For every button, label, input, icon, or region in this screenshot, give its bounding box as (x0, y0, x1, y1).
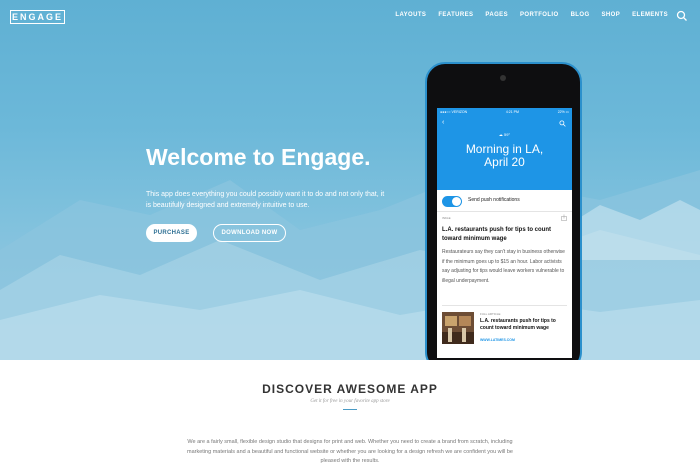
battery-label: 22% ▭ (557, 110, 569, 114)
section-body: We are a fairly small, flexible design s… (187, 439, 513, 464)
search-icon[interactable] (559, 120, 566, 127)
news-title[interactable]: L.A. restaurants push for tips to count … (442, 226, 562, 244)
status-bar: ●●●○○ VERIZON 4:21 PM 22% ▭ (440, 110, 569, 117)
hero-headline: Welcome to Engage. (146, 144, 371, 170)
app-header: ●●●○○ VERIZON 4:21 PM 22% ▭ ‹ ☁ 59° Morn… (437, 108, 572, 190)
phone-mockup: ●●●○○ VERIZON 4:21 PM 22% ▭ ‹ ☁ 59° Morn… (425, 62, 582, 360)
share-icon[interactable] (561, 214, 567, 221)
phone-screen: ●●●○○ VERIZON 4:21 PM 22% ▭ ‹ ☁ 59° Morn… (437, 108, 572, 358)
divider (442, 305, 567, 306)
nav-link-blog[interactable]: BLOG (571, 12, 590, 18)
purchase-button[interactable]: PURCHASE (146, 224, 197, 242)
nav-link-layouts[interactable]: LAYOUTS (395, 12, 426, 18)
section-subtitle: Get it for free in your favorite app sto… (310, 399, 390, 404)
push-notification-row: Send push notifications (437, 190, 572, 212)
logo[interactable]: ENGAGE (10, 10, 65, 24)
search-icon[interactable] (676, 10, 688, 22)
nav-link-features[interactable]: FEATURES (438, 12, 473, 18)
time-label: 4:21 PM (505, 110, 519, 114)
download-now-button[interactable]: DOWNLOAD NOW (213, 224, 286, 242)
weather-label: ☁ 59° (498, 132, 511, 137)
nav-link-pages[interactable]: PAGES (485, 12, 508, 18)
nav-link-portfolio[interactable]: PORTFOLIO (520, 12, 559, 18)
push-toggle[interactable] (442, 196, 462, 207)
mini-source: FULL ARTICLE (480, 312, 501, 316)
article-thumbnail[interactable] (442, 312, 474, 344)
nav-links: LAYOUTS FEATURES PAGES PORTFOLIO BLOG SH… (395, 12, 668, 18)
mountain-background (0, 170, 700, 360)
nav-link-shop[interactable]: SHOP (602, 12, 621, 18)
news-body: Restaurateurs say they can't stay in bus… (442, 249, 565, 284)
mini-link[interactable]: WWW.LATIMES.COM (480, 338, 515, 342)
section-title: DISCOVER AWESOME APP (262, 382, 438, 396)
toggle-knob (452, 197, 461, 206)
hero-section: ENGAGE LAYOUTS FEATURES PAGES PORTFOLIO … (0, 0, 700, 360)
mini-title[interactable]: L.A. restaurants push for tips to count … (480, 318, 568, 332)
carrier-label: ●●●○○ VERIZON (440, 110, 468, 114)
phone-camera (500, 75, 506, 81)
greeting: Morning in LA, April 20 (437, 143, 572, 169)
back-arrow-icon[interactable]: ‹ (442, 119, 444, 126)
section-divider (343, 409, 357, 410)
discover-section: DISCOVER AWESOME APP Get it for free in … (0, 360, 700, 470)
push-label: Send push notifications (468, 197, 520, 203)
news-source: INKLE (442, 216, 451, 220)
hero-subtext: This app does everything you could possi… (146, 191, 385, 209)
greeting-line-2: April 20 (484, 155, 525, 169)
navbar: ENGAGE LAYOUTS FEATURES PAGES PORTFOLIO … (0, 0, 700, 34)
nav-link-elements[interactable]: ELEMENTS (632, 12, 668, 18)
